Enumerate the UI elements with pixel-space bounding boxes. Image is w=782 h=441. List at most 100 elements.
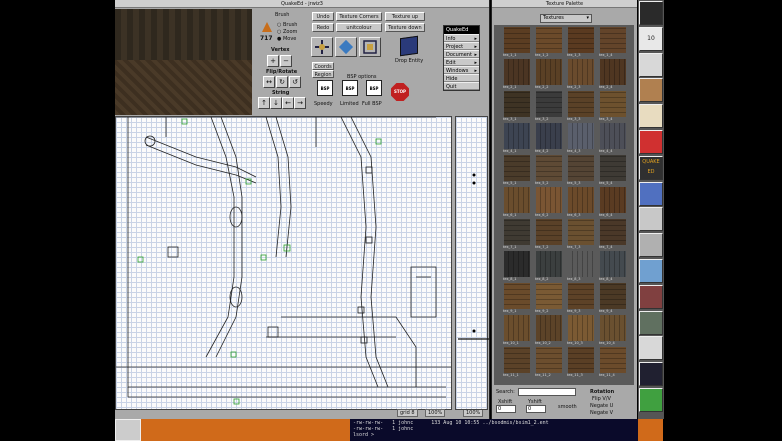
texture-swatch[interactable] bbox=[568, 187, 594, 213]
texture-swatch[interactable] bbox=[568, 283, 594, 309]
texture-swatch[interactable] bbox=[536, 219, 562, 245]
texture-palette-titlebar[interactable]: Texture Palette bbox=[492, 0, 637, 8]
rotate-button[interactable]: ↻ bbox=[276, 76, 288, 88]
redo-button[interactable]: Redo bbox=[312, 23, 334, 32]
texture-swatch[interactable] bbox=[536, 59, 562, 85]
quake-icon[interactable]: QUAKE ED bbox=[639, 155, 663, 180]
texture-swatch[interactable] bbox=[568, 315, 594, 341]
menu-item-project[interactable]: Project ▸ bbox=[444, 42, 479, 50]
texture-up-button[interactable]: Texture up bbox=[385, 12, 425, 21]
texture-swatch[interactable] bbox=[504, 251, 530, 277]
books-icon[interactable] bbox=[639, 78, 663, 103]
texture-swatch[interactable] bbox=[536, 347, 562, 373]
texture-swatch[interactable] bbox=[504, 91, 530, 117]
texture-swatch[interactable] bbox=[600, 347, 626, 373]
magnifier-icon[interactable] bbox=[639, 233, 663, 258]
menu-item-windows[interactable]: Windows ▸ bbox=[444, 66, 479, 74]
z-view[interactable] bbox=[455, 116, 489, 410]
zoom-status[interactable]: 100% bbox=[425, 409, 446, 417]
radio-zoom[interactable]: ○ Zoom bbox=[277, 29, 297, 35]
xshift-input[interactable]: 0 bbox=[496, 405, 516, 413]
texture-swatch[interactable] bbox=[504, 187, 530, 213]
undo-button[interactable]: Undo bbox=[312, 12, 334, 21]
string-right-button[interactable]: → bbox=[294, 97, 306, 109]
texture-swatch[interactable] bbox=[536, 91, 562, 117]
texture-swatch[interactable] bbox=[600, 123, 626, 149]
rotate-ccw-button[interactable]: ↺ bbox=[289, 76, 301, 88]
texture-swatch[interactable] bbox=[536, 283, 562, 309]
texture-swatch[interactable] bbox=[536, 27, 562, 53]
flip-button[interactable]: ↔ bbox=[263, 76, 275, 88]
texture-swatch[interactable] bbox=[568, 219, 594, 245]
disk-icon[interactable] bbox=[639, 310, 663, 335]
move-tool-icon[interactable] bbox=[311, 37, 333, 57]
stop-icon[interactable]: STOP bbox=[391, 83, 409, 101]
texture-swatch[interactable] bbox=[600, 315, 626, 341]
texture-swatch[interactable] bbox=[536, 123, 562, 149]
monitor-icon[interactable] bbox=[639, 207, 663, 232]
texture-swatch[interactable] bbox=[568, 347, 594, 373]
unitcolour-button[interactable]: unitcolour bbox=[336, 23, 382, 32]
radio-move[interactable]: ● Move bbox=[277, 36, 296, 42]
search-input[interactable] bbox=[518, 388, 576, 396]
texture-swatch[interactable] bbox=[600, 59, 626, 85]
texture-swatch[interactable] bbox=[600, 187, 626, 213]
yshift-input[interactable]: 0 bbox=[526, 405, 546, 413]
texture-swatch[interactable] bbox=[504, 27, 530, 53]
texture-swatch[interactable] bbox=[568, 251, 594, 277]
texture-swatch[interactable] bbox=[600, 91, 626, 117]
menu-item-quit[interactable]: Quit bbox=[444, 82, 479, 90]
miniwindow-icon[interactable] bbox=[115, 419, 141, 441]
negate-v-label[interactable]: Negate V bbox=[590, 410, 613, 416]
texture-swatch[interactable] bbox=[568, 27, 594, 53]
texture-swatch[interactable] bbox=[504, 219, 530, 245]
no-entry-icon[interactable] bbox=[639, 130, 663, 154]
texture-swatch[interactable] bbox=[536, 155, 562, 181]
bsp-speedy-icon[interactable]: BSP bbox=[317, 80, 333, 96]
drop-entity-icon[interactable] bbox=[400, 35, 418, 57]
texture-swatch[interactable] bbox=[600, 251, 626, 277]
bsp-limited-icon[interactable]: BSP bbox=[342, 80, 358, 96]
negate-u-label[interactable]: Negate U bbox=[590, 403, 613, 409]
bsp-full-icon[interactable]: BSP bbox=[366, 80, 382, 96]
vertex-add-button[interactable]: + bbox=[267, 55, 279, 67]
camera-view[interactable] bbox=[115, 9, 252, 115]
texture-grid[interactable]: tex_1_1 tex_1_2 tex_1_3 tex_1_4 tex_2_1 tex_2… bbox=[494, 25, 634, 385]
menu-item-edit[interactable]: Edit ▸ bbox=[444, 58, 479, 66]
terminal-icon[interactable] bbox=[639, 181, 663, 206]
string-up-button[interactable]: ↑ bbox=[258, 97, 270, 109]
texture-swatch[interactable] bbox=[600, 219, 626, 245]
texture-swatch[interactable] bbox=[600, 27, 626, 53]
scale-tool-icon[interactable] bbox=[359, 37, 381, 57]
texture-swatch[interactable] bbox=[504, 347, 530, 373]
texture-swatch[interactable] bbox=[568, 155, 594, 181]
texture-swatch[interactable] bbox=[504, 59, 530, 85]
coords-button[interactable]: Coords bbox=[312, 62, 334, 70]
xy-grid-view[interactable] bbox=[115, 116, 452, 410]
texture-swatch[interactable] bbox=[536, 251, 562, 277]
texture-swatch[interactable] bbox=[568, 91, 594, 117]
texture-swatch[interactable] bbox=[536, 187, 562, 213]
flip-label[interactable]: Flip V/V bbox=[592, 396, 611, 402]
edit-icon[interactable] bbox=[639, 104, 663, 129]
quakeed-titlebar[interactable]: QuakeEd - jrwiz3 bbox=[115, 0, 489, 8]
menu-item-document[interactable]: Document ▸ bbox=[444, 50, 479, 58]
texture-swatch[interactable] bbox=[600, 283, 626, 309]
terminal[interactable]: -rw-rw-rw- 1 johnc 133 Aug 10 10:55 ../b… bbox=[350, 419, 638, 441]
region-button[interactable]: Region bbox=[312, 70, 334, 78]
printer-icon[interactable] bbox=[639, 52, 663, 77]
string-left-button[interactable]: ← bbox=[282, 97, 294, 109]
texture-dropdown[interactable]: Textures ▾ bbox=[540, 14, 592, 23]
rotate-tool-icon[interactable] bbox=[335, 37, 357, 57]
menu-item-info[interactable]: Info ▸ bbox=[444, 34, 479, 42]
texture-swatch[interactable] bbox=[536, 315, 562, 341]
texture-swatch[interactable] bbox=[600, 155, 626, 181]
radio-brush[interactable]: ○ Brush bbox=[277, 22, 297, 28]
calendar-icon[interactable]: 10 bbox=[639, 26, 663, 51]
menu-item-hide[interactable]: Hide bbox=[444, 74, 479, 82]
texture-swatch[interactable] bbox=[568, 123, 594, 149]
texture-swatch[interactable] bbox=[504, 315, 530, 341]
texture-swatch[interactable] bbox=[568, 59, 594, 85]
string-down-button[interactable]: ↓ bbox=[270, 97, 282, 109]
recycler-icon[interactable] bbox=[639, 388, 663, 412]
